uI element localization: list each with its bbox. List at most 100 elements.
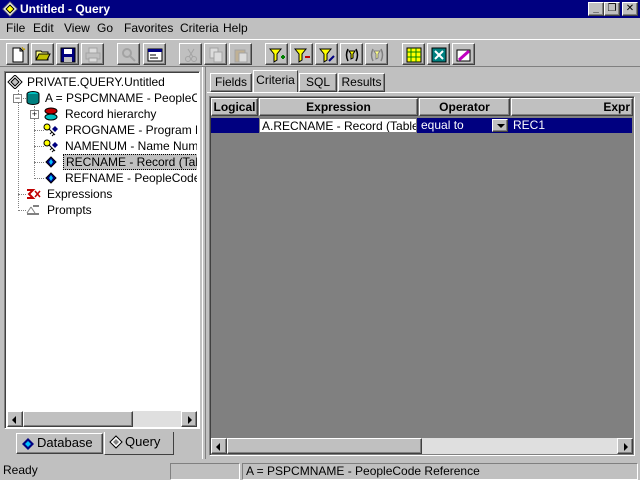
menu-view[interactable]: View	[64, 21, 90, 35]
tab-database-label: Database	[37, 435, 93, 450]
menu-help[interactable]: Help	[223, 21, 248, 35]
tab-query[interactable]: Query	[104, 432, 174, 455]
cell-expr2[interactable]: REC1	[511, 118, 632, 133]
tree-prompts-label: Prompts	[47, 203, 92, 217]
tree-scroll-right-button[interactable]	[181, 411, 197, 427]
tab-sql-label: SQL	[305, 75, 330, 89]
grid-scroll-left-button[interactable]	[211, 438, 227, 454]
having-funnel-icon	[370, 48, 384, 62]
operator-value: equal to	[421, 118, 464, 132]
paste-button[interactable]	[229, 43, 252, 65]
status-middle	[170, 463, 240, 480]
column-header-expression[interactable]: Expression	[259, 98, 418, 116]
tab-results[interactable]: Results	[338, 73, 385, 92]
pane-splitter[interactable]	[202, 67, 206, 459]
grid-scroll-right-button[interactable]	[617, 438, 633, 454]
save-button[interactable]	[56, 43, 79, 65]
edit-criteria-button[interactable]	[315, 43, 338, 65]
close-button[interactable]: ✕	[622, 2, 638, 16]
column-header-expr[interactable]: Expr	[511, 98, 633, 116]
query-tree[interactable]: PRIVATE.QUERY.Untitled − A = PSPCMNAME -…	[4, 71, 200, 429]
tree-hierarchy-label: Record hierarchy	[65, 107, 157, 121]
menu-edit[interactable]: Edit	[33, 21, 54, 35]
key-icon	[43, 139, 58, 153]
criteria-grid[interactable]	[209, 96, 635, 456]
tree-record-label: A = PSPCMNAME - PeopleCode Reference	[45, 91, 197, 105]
properties-button[interactable]	[143, 43, 166, 65]
tab-database[interactable]: Database	[16, 433, 103, 454]
having-criteria-button[interactable]	[365, 43, 388, 65]
crystal-report-icon	[456, 49, 471, 62]
tree-expressions-label: Expressions	[47, 187, 113, 201]
query-app-icon[interactable]	[2, 1, 18, 17]
expand-hierarchy-toggle[interactable]: +	[30, 110, 39, 119]
funnel-plus-icon	[269, 48, 285, 63]
restore-icon: ❐	[607, 3, 617, 14]
collapse-record-toggle[interactable]: −	[13, 94, 22, 103]
new-document-icon	[12, 47, 26, 63]
cell-expression[interactable]: A.RECNAME - Record (Table) Name	[259, 118, 417, 133]
cut-button[interactable]	[179, 43, 202, 65]
tab-criteria[interactable]: Criteria	[253, 70, 298, 93]
cell-logical[interactable]	[211, 118, 258, 133]
key-icon	[43, 123, 58, 137]
tree-field-progname[interactable]: PROGNAME - Program Name	[5, 122, 197, 138]
operator-dropdown-button[interactable]	[492, 119, 508, 132]
tree-field-namenum[interactable]: NAMENUM - Name Number	[5, 138, 197, 154]
crystal-button[interactable]	[452, 43, 475, 65]
tree-scroll-thumb[interactable]	[23, 411, 133, 427]
expressions-icon	[27, 189, 41, 199]
tree-field-recname[interactable]: RECNAME - Record (Table) Name	[5, 154, 197, 170]
group-criteria-button[interactable]	[340, 43, 363, 65]
toolbar	[0, 39, 640, 67]
excel-icon	[431, 47, 447, 63]
column-header-operator[interactable]: Operator	[419, 98, 510, 116]
status-ready: Ready	[3, 463, 38, 477]
find-button[interactable]	[117, 43, 140, 65]
chevron-down-icon	[497, 124, 505, 128]
menu-go[interactable]: Go	[97, 21, 113, 35]
parentheses-funnel-icon	[345, 48, 359, 62]
properties-icon	[147, 48, 163, 62]
query-root-icon	[7, 75, 23, 89]
tab-results-label: Results	[341, 75, 382, 89]
delete-criteria-button[interactable]	[290, 43, 313, 65]
tree-field-label: PROGNAME - Program Name	[65, 123, 197, 137]
grid-scroll-thumb[interactable]	[227, 438, 422, 454]
tree-scroll-left-button[interactable]	[7, 411, 23, 427]
minimize-button[interactable]: _	[588, 2, 604, 16]
tree-record[interactable]: − A = PSPCMNAME - PeopleCode Reference	[5, 90, 197, 106]
grid-horizontal-scrollbar[interactable]	[211, 438, 633, 454]
prompts-icon	[26, 205, 39, 215]
tree-field-label: RECNAME - Record (Table) Name	[63, 154, 197, 170]
tab-criteria-label: Criteria	[256, 73, 295, 87]
print-icon	[85, 47, 101, 63]
menu-criteria[interactable]: Criteria	[180, 21, 219, 35]
tab-sql[interactable]: SQL	[299, 73, 337, 92]
save-disk-icon	[60, 47, 76, 63]
copy-button[interactable]	[204, 43, 227, 65]
funnel-edit-icon	[319, 48, 335, 63]
scissors-icon	[185, 48, 197, 62]
title-bar[interactable]: Untitled - Query _ ❐ ✕	[0, 0, 640, 18]
window-title: Untitled - Query	[20, 2, 111, 16]
column-header-logical[interactable]: Logical	[211, 98, 258, 116]
tree-field-refname[interactable]: REFNAME - PeopleCode Reference Name	[5, 170, 197, 186]
add-criteria-button[interactable]	[265, 43, 288, 65]
print-button[interactable]	[81, 43, 104, 65]
excel-button[interactable]	[427, 43, 450, 65]
tab-fields[interactable]: Fields	[210, 73, 252, 92]
funnel-minus-icon	[294, 48, 310, 63]
copy-icon	[209, 47, 223, 63]
hierarchy-icon	[44, 107, 58, 121]
status-context: A = PSPCMNAME - PeopleCode Reference	[242, 463, 638, 480]
open-button[interactable]	[31, 43, 54, 65]
close-icon: ✕	[625, 3, 635, 14]
menu-favorites[interactable]: Favorites	[124, 21, 173, 35]
run-button[interactable]	[402, 43, 425, 65]
menu-file[interactable]: File	[6, 21, 25, 35]
new-button[interactable]	[6, 43, 29, 65]
restore-button[interactable]: ❐	[604, 2, 620, 16]
database-diamond-icon	[22, 438, 34, 450]
tree-horizontal-scrollbar[interactable]	[7, 411, 197, 427]
